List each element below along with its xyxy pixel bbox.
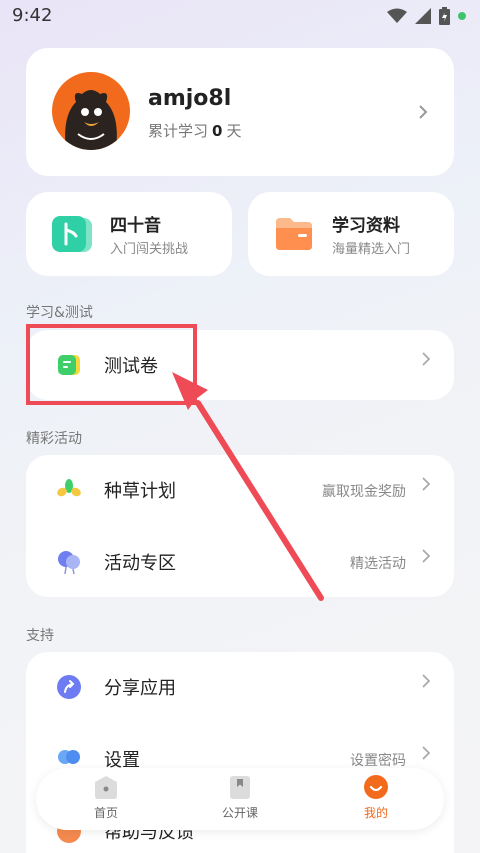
nav-label: 首页 <box>93 806 118 820</box>
annotation-arrow-icon <box>172 372 324 601</box>
nav-item-open-class[interactable]: 公开课 <box>200 774 280 821</box>
profile-icon <box>364 775 388 799</box>
nav-label: 公开课 <box>221 806 258 820</box>
nav-item-home[interactable]: 首页 <box>66 774 146 821</box>
home-icon <box>95 776 117 799</box>
nav-label: 我的 <box>363 806 388 820</box>
bottom-nav: 首页 公开课 我的 <box>36 768 444 830</box>
bookmark-icon <box>230 776 250 799</box>
nav-item-mine[interactable]: 我的 <box>336 774 416 821</box>
